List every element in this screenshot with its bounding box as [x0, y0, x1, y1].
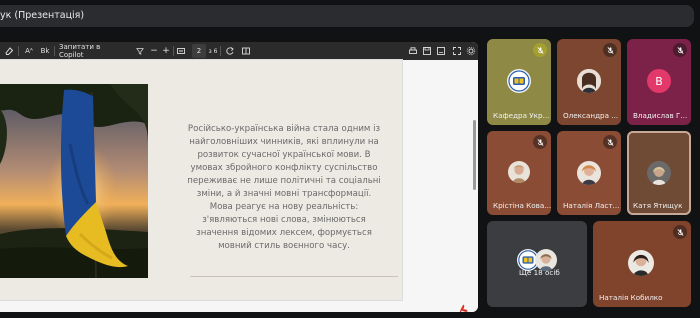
mic-off-icon [603, 135, 617, 149]
kafedra-logo-avatar [507, 69, 531, 93]
participant-tile-kristina[interactable]: Крістіна Кова... [487, 131, 551, 215]
mic-off-icon [533, 135, 547, 149]
participant-name: Катя Ятищук [633, 201, 683, 210]
read-aloud-button[interactable]: Bk [39, 44, 51, 58]
avatar [577, 69, 601, 93]
ukrainian-flag-photo [0, 84, 148, 278]
zoom-in-button[interactable]: + [162, 44, 170, 58]
participant-name: Наталія Кобилко [599, 293, 663, 302]
avatar [508, 161, 530, 183]
pdf-scrollbar[interactable] [473, 120, 476, 190]
participant-tile-natalia-l[interactable]: Наталія Ласт... [557, 131, 621, 215]
pdf-page-area[interactable]: Російсько-українська війна стала одним і… [0, 60, 478, 312]
mic-off-icon [673, 43, 687, 57]
toolbar-separator [220, 46, 221, 56]
save-icon[interactable] [422, 44, 432, 58]
mic-off-icon [603, 43, 617, 57]
mic-off-icon [533, 43, 547, 57]
more-participants-label: Ще 18 осіб [519, 268, 560, 277]
toolbar-separator [173, 46, 174, 56]
avatar [628, 250, 654, 276]
participant-tile-oleksandra[interactable]: Олександра ... [557, 39, 621, 125]
participant-name: Олександра ... [563, 111, 619, 120]
toolbar-separator [54, 46, 55, 56]
slide-body-text: Російсько-українська війна стала одним і… [187, 124, 381, 252]
title-pill [0, 5, 694, 27]
participant-name: Крістіна Кова... [493, 201, 551, 210]
meeting-header: ук (Презентація) [0, 0, 700, 36]
more-participants-tile[interactable]: Ще 18 осіб [487, 221, 587, 307]
fullscreen-icon[interactable] [452, 44, 462, 58]
zoom-out-button[interactable]: − [150, 44, 158, 58]
participant-tile-natalia-k[interactable]: Наталія Кобилко [593, 221, 691, 307]
participant-name: Владислав Г... [633, 111, 688, 120]
avatar [647, 161, 671, 185]
pdf-icon [458, 300, 469, 312]
mic-off-icon [673, 225, 687, 239]
save-as-icon[interactable] [436, 44, 446, 58]
participant-tile-vladyslav[interactable]: В Владислав Г... [627, 39, 691, 125]
copilot-button[interactable]: Запитати в Copilot [59, 43, 107, 59]
page-view-icon[interactable] [241, 44, 251, 58]
slide-divider [190, 276, 398, 277]
settings-icon[interactable] [466, 44, 476, 58]
pdf-toolbar: Aᴬ Bk Запитати в Copilot − + 2 з 6 [0, 42, 478, 60]
text-size-button[interactable]: Aᴬ [23, 44, 35, 58]
presentation-title: ук (Презентація) [0, 10, 85, 21]
avatar: В [647, 69, 671, 93]
rotate-icon[interactable] [225, 44, 235, 58]
participant-tile-katia[interactable]: Катя Ятищук [627, 131, 691, 215]
presentation-slide: Російсько-українська війна стала одним і… [0, 60, 402, 300]
page-total: з 6 [208, 47, 218, 55]
avatar [577, 161, 601, 185]
page-number-input[interactable]: 2 [192, 44, 206, 58]
participant-name: Кафедра Укр... [493, 111, 550, 120]
erase-icon[interactable] [4, 44, 14, 58]
toolbar-separator [18, 46, 19, 56]
filter-icon[interactable] [136, 44, 144, 58]
fit-page-icon[interactable] [176, 44, 186, 58]
participant-tile-kafedra[interactable]: Кафедра Укр... [487, 39, 551, 125]
print-icon[interactable] [408, 44, 418, 58]
shared-screen: Aᴬ Bk Запитати в Copilot − + 2 з 6 Росій… [0, 42, 478, 312]
participant-name: Наталія Ласт... [563, 201, 620, 210]
